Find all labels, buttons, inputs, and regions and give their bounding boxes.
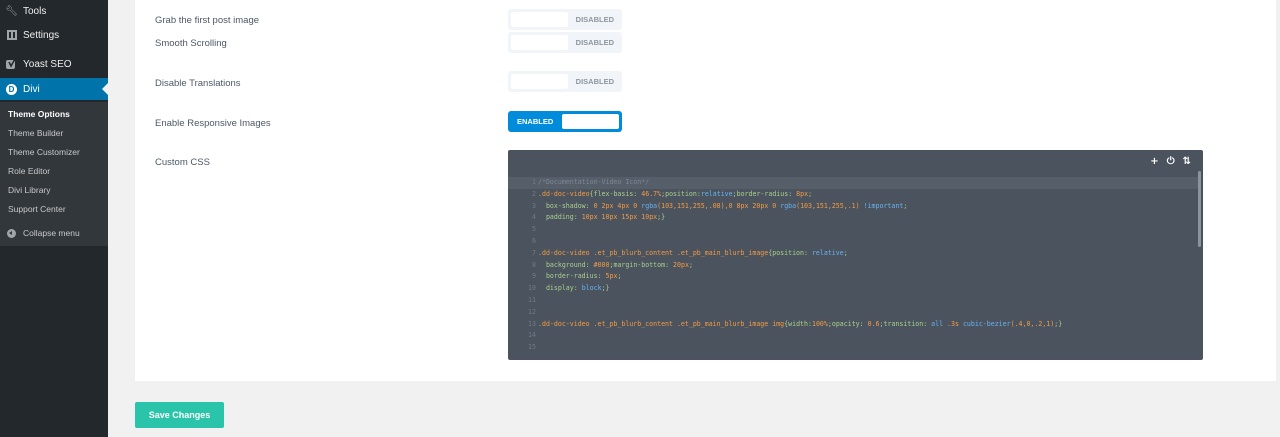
submenu-theme-customizer[interactable]: Theme Customizer: [8, 147, 80, 157]
toggle-state-label: DISABLED: [575, 77, 614, 86]
sidebar-item-divi[interactable]: D Divi: [0, 78, 108, 100]
divi-icon: D: [6, 83, 17, 95]
code-line: 13 .dd-doc-video .et_pb_blurb_content .et…: [508, 319, 1198, 331]
line-number: 15: [528, 343, 536, 352]
toggle-smooth-scrolling[interactable]: DISABLED: [508, 32, 622, 53]
add-icon[interactable]: +: [1150, 156, 1158, 167]
sidebar-item-label: Divi: [23, 83, 40, 95]
active-indicator: [102, 83, 108, 95]
custom-css-editor[interactable]: + ⏻ ⇅ 1/*Documentation-Video Icon*/2 .dd-…: [508, 150, 1203, 360]
sidebar-item-tools[interactable]: 🔧︎ Tools: [0, 1, 108, 21]
line-number: 14: [528, 331, 536, 340]
code-text: background: #000;margin-bottom: 20px;: [545, 260, 693, 269]
option-label-custom-css: Custom CSS: [155, 157, 210, 168]
line-number: 2: [532, 189, 536, 198]
code-text: .dd-doc-video .et_pb_blurb_content .et_p…: [538, 319, 1063, 328]
option-label-responsive-images: Enable Responsive Images: [155, 118, 271, 129]
submenu-theme-builder[interactable]: Theme Builder: [8, 128, 63, 138]
code-line: 5: [508, 224, 1198, 236]
code-text: box-shadow: 0 2px 4px 0 rgba(103,151,255…: [545, 201, 908, 210]
save-changes-button[interactable]: Save Changes: [135, 402, 224, 428]
code-line: 12: [508, 307, 1198, 319]
collapse-menu-label: Collapse menu: [23, 228, 80, 238]
sidebar-item-settings[interactable]: Settings: [0, 25, 108, 45]
toggle-knob: [511, 12, 568, 27]
code-line: 8 background: #000;margin-bottom: 20px;: [508, 260, 1198, 272]
sidebar-item-label: Yoast SEO: [23, 58, 72, 70]
code-text: .dd-doc-video .et_pb_blurb_content .et_p…: [538, 248, 848, 257]
option-label-smooth-scrolling: Smooth Scrolling: [155, 38, 227, 49]
line-number: 12: [528, 307, 536, 316]
line-number: 8: [532, 260, 536, 269]
code-text: border-radius: 5px;: [545, 272, 622, 281]
toggle-state-label: DISABLED: [575, 38, 614, 47]
code-text: /*Documentation-Video Icon*/: [538, 178, 650, 186]
option-label-grab-first-image: Grab the first post image: [155, 15, 260, 26]
submenu-support-center[interactable]: Support Center: [8, 204, 66, 214]
option-label-disable-translations: Disable Translations: [155, 78, 241, 89]
line-number: 6: [532, 236, 536, 245]
code-text: .dd-doc-video{flex-basis: 46.7%;position…: [538, 189, 813, 198]
code-line: 10 display: block;}: [508, 283, 1198, 295]
code-line: 15: [508, 342, 1198, 354]
collapse-arrow-icon: [7, 228, 16, 238]
code-text: display: block;}: [545, 284, 610, 293]
sort-icon[interactable]: ⇅: [1183, 156, 1191, 167]
code-line: 3 box-shadow: 0 2px 4px 0 rgba(103,151,2…: [508, 201, 1198, 213]
code-line: 9 border-radius: 5px;: [508, 271, 1198, 283]
code-line: 4 padding: 10px 10px 15px 10px;}: [508, 212, 1198, 224]
line-number: 3: [532, 201, 536, 210]
divi-submenu: Theme Options Theme Builder Theme Custom…: [0, 102, 108, 246]
code-text: padding: 10px 10px 15px 10px;}: [545, 213, 666, 222]
line-number: 10: [528, 284, 536, 293]
collapse-menu-button[interactable]: Collapse menu: [0, 228, 108, 238]
toggle-state-label: ENABLED: [517, 117, 554, 126]
toggle-state-label: DISABLED: [575, 15, 614, 24]
sidebar-item-label: Settings: [23, 29, 60, 41]
code-line: 2 .dd-doc-video{flex-basis: 46.7%;positio…: [508, 189, 1198, 201]
settings-icon: [6, 30, 17, 41]
sidebar-item-yoast-seo[interactable]: Yoast SEO: [0, 54, 108, 74]
admin-sidebar: 🔧︎ Tools Settings Yoast SEO D Divi Theme…: [0, 0, 108, 437]
code-line: 1/*Documentation-Video Icon*/: [508, 177, 1198, 189]
toggle-grab-first-image[interactable]: DISABLED: [508, 9, 622, 30]
submenu-divi-library[interactable]: Divi Library: [8, 185, 51, 195]
sidebar-item-label: Tools: [23, 5, 47, 17]
line-number: 5: [532, 225, 536, 234]
submenu-theme-options[interactable]: Theme Options: [8, 109, 70, 119]
power-icon[interactable]: ⏻: [1167, 156, 1175, 167]
code-line: 6: [508, 236, 1198, 248]
code-line: 11: [508, 295, 1198, 307]
line-number: 9: [532, 272, 536, 281]
line-number: 4: [532, 213, 536, 222]
editor-scrollbar[interactable]: [1198, 171, 1201, 247]
toggle-responsive-images[interactable]: ENABLED: [508, 111, 622, 132]
toggle-knob: [562, 114, 619, 129]
line-number: 1: [532, 178, 536, 186]
code-line: 7 .dd-doc-video .et_pb_blurb_content .et_…: [508, 248, 1198, 260]
line-number: 7: [532, 248, 536, 257]
yoast-icon: [6, 58, 17, 70]
toggle-disable-translations[interactable]: DISABLED: [508, 71, 622, 92]
line-number: 13: [528, 319, 536, 328]
toggle-knob: [511, 74, 568, 89]
toggle-knob: [511, 35, 568, 50]
submenu-role-editor[interactable]: Role Editor: [8, 166, 50, 176]
code-line: 14: [508, 330, 1198, 342]
code-lines: 1/*Documentation-Video Icon*/2 .dd-doc-vi…: [508, 177, 1198, 354]
wrench-icon: 🔧︎: [5, 5, 18, 17]
line-number: 11: [528, 295, 536, 304]
editor-toolbar: + ⏻ ⇅: [1150, 156, 1191, 167]
